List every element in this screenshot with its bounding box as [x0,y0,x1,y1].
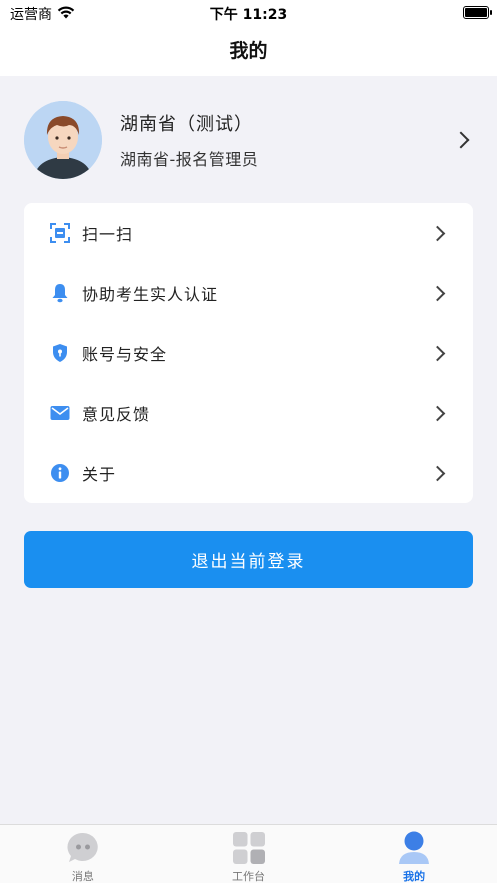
tab-mine[interactable]: 我的 [331,825,497,883]
chevron-right-icon [429,225,446,241]
menu-item-label: 扫一扫 [82,225,134,244]
scan-icon [50,223,70,243]
avatar [24,101,102,179]
chevron-right-icon [429,405,446,421]
menu-item-verification[interactable]: 协助考生实人认证 [24,263,473,323]
menu-item-label: 协助考生实人认证 [82,285,219,304]
chevron-right-icon [429,465,446,481]
info-icon [50,463,70,483]
tab-label: 我的 [403,870,426,883]
mail-icon [50,403,70,423]
status-time: 下午 11:23 [209,7,288,23]
tab-workbench[interactable]: 工作台 [166,825,332,883]
page-title: 我的 [0,26,497,76]
menu-item-label: 关于 [82,465,117,484]
menu-item-about[interactable]: 关于 [24,443,473,503]
chevron-right-icon [452,131,470,149]
logout-button[interactable]: 退出当前登录 [24,531,473,588]
shield-icon [50,343,70,363]
menu-item-feedback[interactable]: 意见反馈 [24,383,473,443]
chat-icon [66,831,100,865]
menu-item-label: 意见反馈 [82,405,151,424]
menu-item-label: 账号与安全 [82,345,168,364]
tab-label: 工作台 [232,870,265,883]
profile-name: 湖南省（测试） [120,114,253,135]
chevron-right-icon [429,285,446,301]
chevron-right-icon [429,345,446,361]
person-icon [397,831,431,865]
tab-bar: 消息 工作台 我的 [0,824,497,883]
grid-icon [232,831,266,865]
menu-card: 扫一扫 协助考生实人认证 账号与安全 意见反馈 关于 [24,203,473,503]
tab-messages[interactable]: 消息 [0,825,166,883]
menu-item-scan[interactable]: 扫一扫 [24,203,473,263]
battery-icon [463,6,492,19]
menu-item-account-security[interactable]: 账号与安全 [24,323,473,383]
bell-icon [50,283,70,303]
profile-role: 湖南省-报名管理员 [120,150,259,169]
tab-label: 消息 [71,870,94,883]
status-bar: 运营商 下午 11:23 [0,0,497,26]
profile-row[interactable]: 湖南省（测试） 湖南省-报名管理员 [24,96,473,184]
profile-text: 湖南省（测试） 湖南省-报名管理员 [120,110,455,170]
